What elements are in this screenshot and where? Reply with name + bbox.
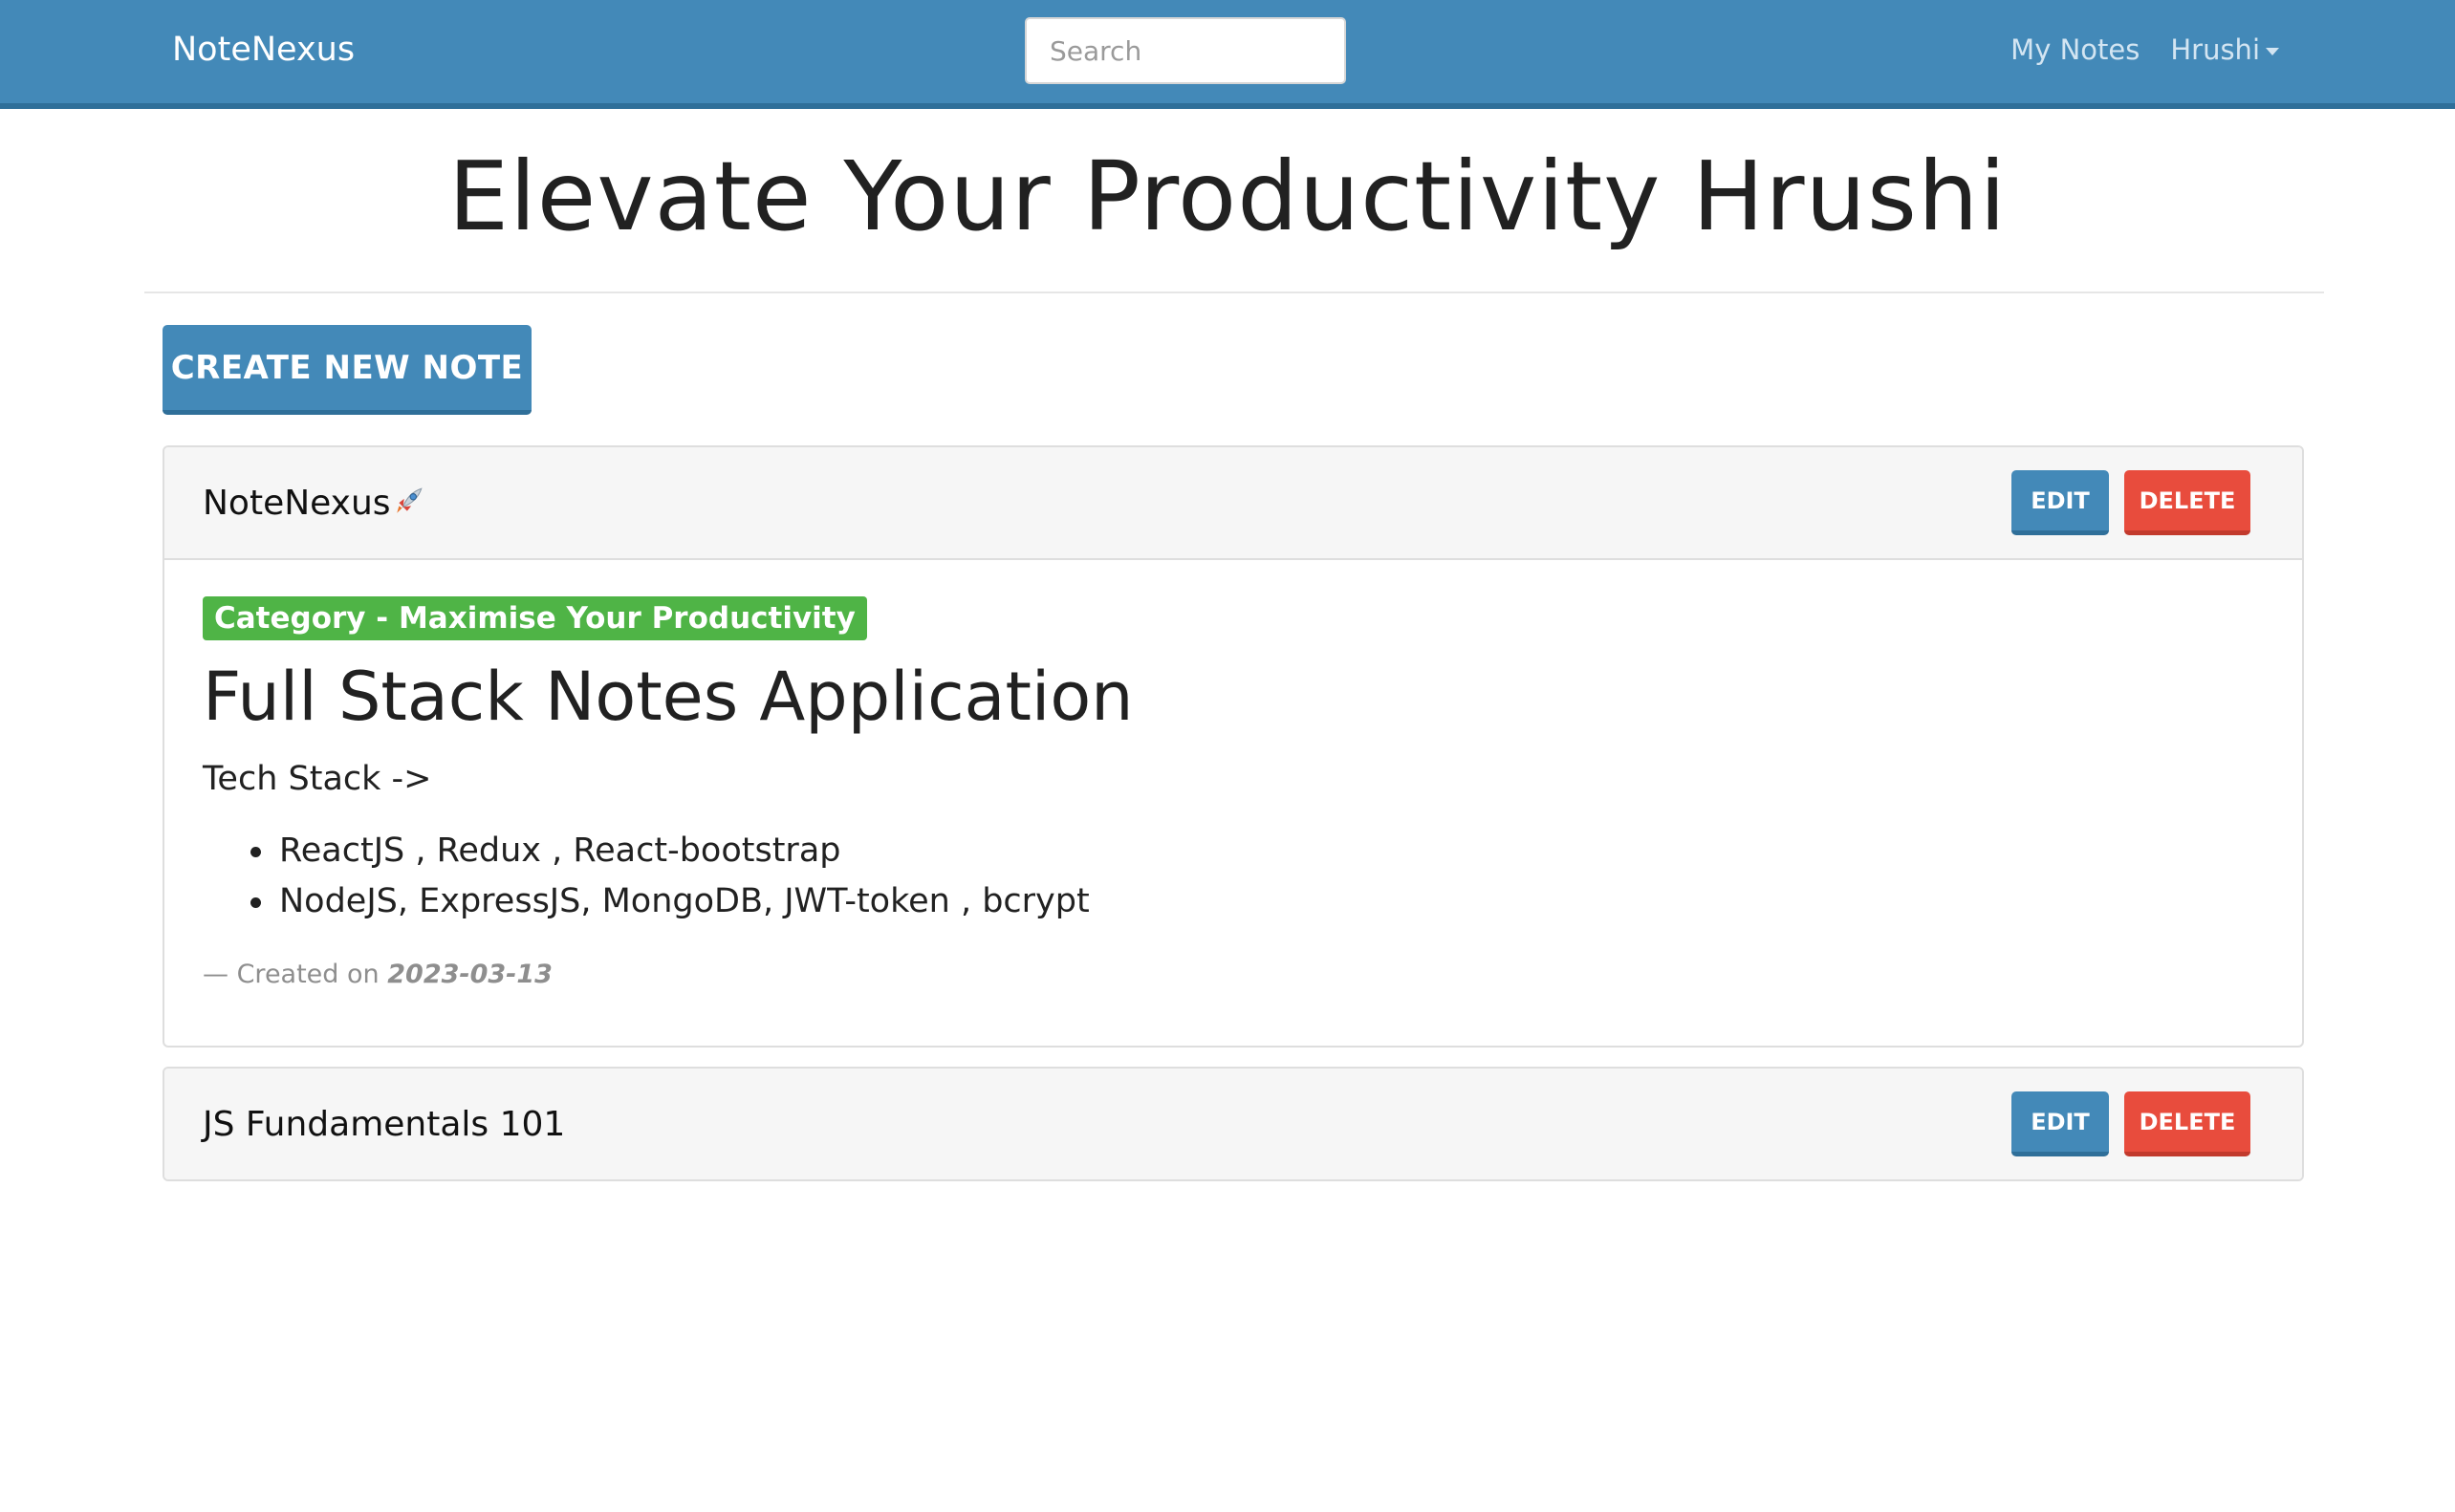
nav-links: My Notes Hrushi	[2010, 29, 2279, 71]
navbar: NoteNexus My Notes Hrushi	[0, 0, 2455, 109]
create-new-note-button[interactable]: CREATE NEW NOTE	[163, 325, 532, 415]
note-card-header[interactable]: JS Fundamentals 101 EDIT DELETE	[164, 1069, 2302, 1179]
list-item: NodeJS, ExpressJS, MongoDB, JWT-token , …	[203, 876, 2268, 927]
user-dropdown[interactable]: Hrushi	[2170, 29, 2279, 71]
note-title-text: NoteNexus	[203, 484, 391, 523]
nav-link-my-notes[interactable]: My Notes	[2010, 29, 2140, 71]
note-card-header[interactable]: NoteNexus EDIT DELETE	[164, 447, 2302, 560]
user-dropdown-label: Hrushi	[2170, 33, 2260, 66]
created-prefix: — Created on	[203, 960, 380, 989]
note-title[interactable]: NoteNexus	[203, 480, 425, 528]
rocket-icon	[396, 487, 423, 513]
title-divider	[144, 292, 2324, 293]
delete-button[interactable]: DELETE	[2124, 470, 2250, 535]
page-title: Elevate Your Productivity Hrushi	[447, 140, 2008, 252]
category-badge: Category - Maximise Your Productivity	[203, 596, 867, 640]
note-card-body: Category - Maximise Your Productivity Fu…	[203, 596, 2268, 994]
note-list: ReactJS , Redux , React-bootstrap NodeJS…	[203, 826, 2268, 927]
created-date: 2023-03-13	[387, 960, 553, 989]
brand-link[interactable]: NoteNexus	[172, 27, 355, 73]
list-item: ReactJS , Redux , React-bootstrap	[203, 826, 2268, 876]
note-paragraph: Tech Stack ->	[203, 760, 432, 798]
note-heading: Full Stack Notes Application	[203, 658, 1134, 736]
edit-button[interactable]: EDIT	[2011, 470, 2109, 535]
search-input[interactable]	[1025, 17, 1346, 84]
note-card: JS Fundamentals 101 EDIT DELETE	[163, 1067, 2304, 1181]
caret-down-icon	[2266, 48, 2279, 55]
edit-button[interactable]: EDIT	[2011, 1091, 2109, 1156]
note-card: NoteNexus EDIT DELETE Category - Maximis…	[163, 445, 2304, 1048]
delete-button[interactable]: DELETE	[2124, 1091, 2250, 1156]
created-footer: — Created on 2023-03-13	[203, 956, 2268, 994]
note-title[interactable]: JS Fundamentals 101	[203, 1101, 565, 1149]
